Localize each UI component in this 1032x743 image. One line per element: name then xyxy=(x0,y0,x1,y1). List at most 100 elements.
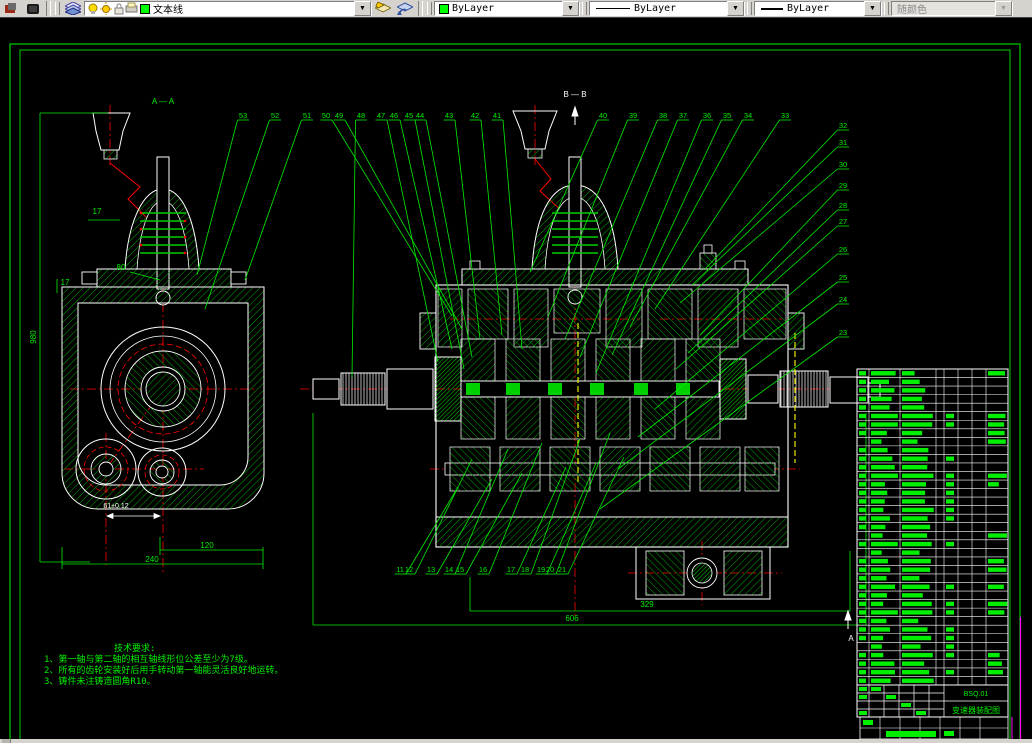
plotstyle-control-combo: 随颜色 ▼ xyxy=(891,1,1013,16)
svg-text:606: 606 xyxy=(565,614,579,623)
toolbar-separator xyxy=(418,1,423,16)
toolbar-icon-left-b[interactable] xyxy=(23,1,43,16)
svg-text:20: 20 xyxy=(546,565,554,574)
misc-icon xyxy=(26,3,40,15)
layer-combo[interactable]: 文本线 ▼ xyxy=(84,1,372,16)
misc-icon xyxy=(4,3,18,15)
toolbar-grip[interactable] xyxy=(582,2,587,15)
make-object-layer-current-button[interactable] xyxy=(373,1,393,16)
svg-text:36: 36 xyxy=(703,111,711,120)
svg-text:42: 42 xyxy=(471,111,479,120)
svg-text:27: 27 xyxy=(839,217,847,226)
svg-text:47: 47 xyxy=(377,111,385,120)
svg-text:44: 44 xyxy=(416,111,424,120)
linetype-sample xyxy=(596,8,630,9)
svg-text:25: 25 xyxy=(839,273,847,282)
drawing-title: 变速器装配图 xyxy=(952,705,1000,715)
svg-text:52: 52 xyxy=(271,111,279,120)
svg-text:37: 37 xyxy=(679,111,687,120)
svg-text:49: 49 xyxy=(335,111,343,120)
current-layer-name: 文本线 xyxy=(153,1,354,16)
linetype-control-combo[interactable]: ByLayer ▼ xyxy=(589,1,745,16)
svg-text:30: 30 xyxy=(839,160,847,169)
svg-text:120: 120 xyxy=(200,541,214,550)
toolbar-separator xyxy=(46,1,51,16)
svg-text:13: 13 xyxy=(427,565,435,574)
left-view-section-a-a xyxy=(40,105,264,575)
svg-text:19: 19 xyxy=(537,565,545,574)
svg-text:329: 329 xyxy=(640,600,654,609)
svg-text:11: 11 xyxy=(396,565,404,574)
color-control-combo[interactable]: ByLayer ▼ xyxy=(434,1,580,16)
current-lineweight-label: ByLayer xyxy=(787,3,864,14)
notes-line: 1、第一轴与第二轴的相互轴线形位公差至少为7级。 xyxy=(44,655,283,666)
svg-text:33: 33 xyxy=(781,111,789,120)
lineweight-sample xyxy=(761,8,783,10)
svg-text:41: 41 xyxy=(493,111,501,120)
svg-text:18: 18 xyxy=(521,565,529,574)
layer-combo-dropdown-arrow[interactable]: ▼ xyxy=(354,1,371,16)
drawing-number: BSQ.01 xyxy=(964,691,989,698)
current-linetype-label: ByLayer xyxy=(634,3,727,14)
lineweight-combo-dropdown-arrow[interactable]: ▼ xyxy=(864,1,881,16)
svg-text:240: 240 xyxy=(145,555,159,564)
svg-text:B — B: B — B xyxy=(563,90,586,99)
svg-text:40: 40 xyxy=(599,111,607,120)
svg-text:31: 31 xyxy=(839,138,847,147)
scrollbar-nub[interactable] xyxy=(2,739,11,743)
bom-parts-list-table xyxy=(857,369,1008,685)
svg-text:17: 17 xyxy=(61,278,70,287)
svg-text:21: 21 xyxy=(558,565,566,574)
toolbar-grip[interactable] xyxy=(427,2,432,15)
svg-text:17: 17 xyxy=(93,207,102,216)
svg-text:28: 28 xyxy=(839,201,847,210)
notes-line: 2、所有的齿轮安装好后用手转动第一轴能灵活良好地运转。 xyxy=(44,666,283,677)
svg-text:61±0.12: 61±0.12 xyxy=(103,503,128,510)
svg-text:39: 39 xyxy=(629,111,637,120)
toolbar-icon-left-a[interactable] xyxy=(1,1,21,16)
svg-text:23: 23 xyxy=(839,328,847,337)
make-layer-current-icon xyxy=(375,2,391,15)
svg-text:34: 34 xyxy=(744,111,752,120)
layer-lock-icon xyxy=(113,2,125,15)
svg-text:26: 26 xyxy=(839,245,847,254)
notes-lines: 1、第一轴与第二轴的相互轴线形位公差至少为7级。2、所有的齿轮安装好后用手转动第… xyxy=(44,655,283,688)
linetype-combo-dropdown-arrow[interactable]: ▼ xyxy=(727,1,744,16)
cad-drawing: 5352515049484746454443424140393837363534… xyxy=(0,17,1032,743)
app-window: 文本线 ▼ ByLayer ▼ ByLayer ▼ xyxy=(0,0,1032,743)
svg-text:35: 35 xyxy=(723,111,731,120)
technical-notes: 技术要求: 1、第一轴与第二轴的相互轴线形位公差至少为7级。2、所有的齿轮安装好… xyxy=(44,644,283,688)
svg-text:51: 51 xyxy=(303,111,311,120)
svg-text:A — A: A — A xyxy=(152,97,175,106)
toolbar-grip[interactable] xyxy=(55,2,60,15)
model-space-canvas[interactable]: 5352515049484746454443424140393837363534… xyxy=(0,17,1032,739)
svg-text:45: 45 xyxy=(405,111,413,120)
layer-manager-button[interactable] xyxy=(63,1,83,16)
svg-text:16: 16 xyxy=(479,565,487,574)
svg-text:43: 43 xyxy=(445,111,453,120)
center-view-section-b-b xyxy=(300,105,880,629)
svg-text:A: A xyxy=(848,634,854,643)
svg-text:980: 980 xyxy=(29,330,38,344)
object-properties-toolbar: 文本线 ▼ ByLayer ▼ ByLayer ▼ xyxy=(0,0,1032,18)
toolbar-grip[interactable] xyxy=(747,2,752,15)
svg-text:50: 50 xyxy=(322,111,330,120)
layers-icon xyxy=(65,2,81,15)
color-combo-dropdown-arrow[interactable]: ▼ xyxy=(562,1,579,16)
toolbar-grip[interactable] xyxy=(884,2,889,15)
layer-previous-icon xyxy=(397,2,413,15)
notes-title: 技术要求: xyxy=(114,644,283,655)
svg-text:80: 80 xyxy=(117,263,126,272)
statusbar-edge xyxy=(0,739,1032,743)
layer-previous-button[interactable] xyxy=(395,1,415,16)
svg-text:32: 32 xyxy=(839,121,847,130)
notes-line: 3、铸件未注铸造圆角R10。 xyxy=(44,677,283,688)
svg-text:46: 46 xyxy=(390,111,398,120)
layer-color-swatch xyxy=(140,4,150,14)
svg-text:12: 12 xyxy=(405,565,413,574)
svg-text:14: 14 xyxy=(445,565,453,574)
lineweight-control-combo[interactable]: ByLayer ▼ xyxy=(754,1,882,16)
layer-plot-icon xyxy=(125,2,138,15)
current-color-swatch xyxy=(439,4,449,14)
layer-freeze-sun-icon xyxy=(100,2,113,15)
